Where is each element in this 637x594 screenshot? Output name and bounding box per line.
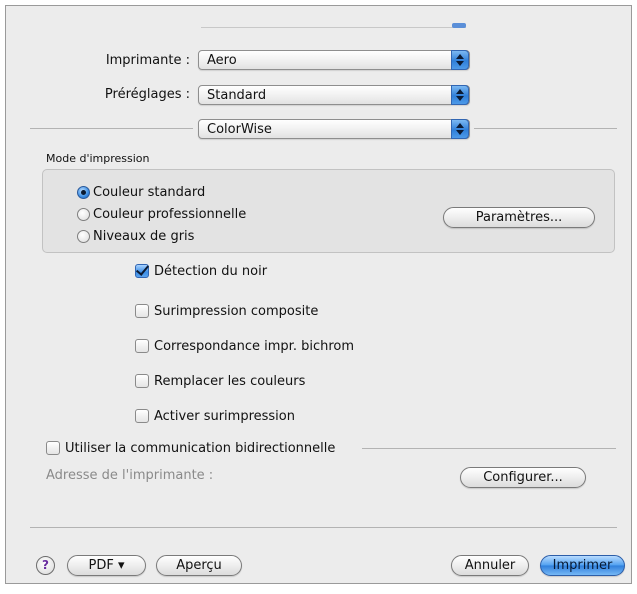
presets-popup[interactable]: Standard — [198, 85, 470, 105]
print-mode-group: Couleur standard Couleur professionnelle… — [42, 169, 615, 253]
checkbox-label: Utiliser la communication bidirectionnel… — [65, 440, 336, 456]
checkbox-icon — [135, 339, 149, 353]
panel-separator-left — [30, 128, 193, 129]
popup-arrows-icon — [451, 50, 469, 70]
bidirectional-separator — [362, 448, 616, 449]
panel-value: ColorWise — [207, 122, 272, 137]
help-icon[interactable]: ? — [36, 556, 55, 575]
print-button[interactable]: Imprimer — [540, 555, 625, 576]
checkbox-activer-surimpression[interactable]: Activer surimpression — [135, 407, 295, 425]
checkbox-detection-du-noir[interactable]: Détection du noir — [135, 262, 267, 280]
checkbox-label: Activer surimpression — [154, 408, 295, 424]
radio-selected-icon — [77, 185, 90, 199]
radio-icon — [77, 207, 90, 221]
cancel-button[interactable]: Annuler — [451, 555, 529, 576]
radio-icon — [77, 229, 90, 243]
footer-separator — [30, 527, 617, 528]
checkbox-surimpression-composite[interactable]: Surimpression composite — [135, 302, 318, 320]
checkbox-label: Remplacer les couleurs — [154, 373, 306, 389]
sheet-top-scroll-marker — [452, 23, 466, 28]
settings-button[interactable]: Paramètres... — [443, 207, 595, 228]
checkbox-correspondance-bichrom[interactable]: Correspondance impr. bichrom — [135, 337, 354, 355]
sheet-top-edge — [201, 27, 466, 28]
checkbox-checked-icon — [135, 264, 149, 278]
popup-arrows-icon — [451, 119, 469, 139]
checkbox-icon — [135, 374, 149, 388]
printer-address-label: Adresse de l'imprimante : — [46, 468, 214, 483]
print-dialog: Imprimante : Aero Préréglages : Standard… — [5, 5, 632, 584]
popup-arrows-icon — [451, 85, 469, 105]
radio-label: Couleur standard — [93, 184, 206, 200]
presets-value: Standard — [207, 88, 267, 103]
radio-couleur-standard[interactable]: Couleur standard — [77, 183, 205, 201]
panel-popup[interactable]: ColorWise — [198, 119, 470, 139]
printer-popup[interactable]: Aero — [198, 50, 470, 70]
printer-label: Imprimante : — [105, 53, 190, 68]
presets-label: Préréglages : — [104, 87, 190, 102]
checkbox-remplacer-couleurs[interactable]: Remplacer les couleurs — [135, 372, 305, 390]
radio-niveaux-de-gris[interactable]: Niveaux de gris — [77, 227, 194, 245]
radio-couleur-professionnelle[interactable]: Couleur professionnelle — [77, 205, 246, 223]
checkbox-label: Correspondance impr. bichrom — [154, 338, 355, 354]
preview-button[interactable]: Aperçu — [156, 555, 242, 576]
checkbox-bidirectional[interactable]: Utiliser la communication bidirectionnel… — [46, 439, 335, 457]
pdf-button[interactable]: PDF ▾ — [67, 555, 146, 576]
printer-value: Aero — [207, 53, 237, 68]
panel-separator-right — [474, 128, 617, 129]
checkbox-label: Détection du noir — [154, 263, 268, 279]
print-mode-title: Mode d'impression — [46, 152, 150, 165]
configure-button[interactable]: Configurer... — [460, 467, 586, 488]
checkbox-icon — [135, 409, 149, 423]
checkbox-icon — [135, 304, 149, 318]
radio-label: Niveaux de gris — [93, 228, 195, 244]
checkbox-label: Surimpression composite — [154, 303, 319, 319]
radio-label: Couleur professionnelle — [93, 206, 247, 222]
checkbox-icon — [46, 441, 60, 455]
